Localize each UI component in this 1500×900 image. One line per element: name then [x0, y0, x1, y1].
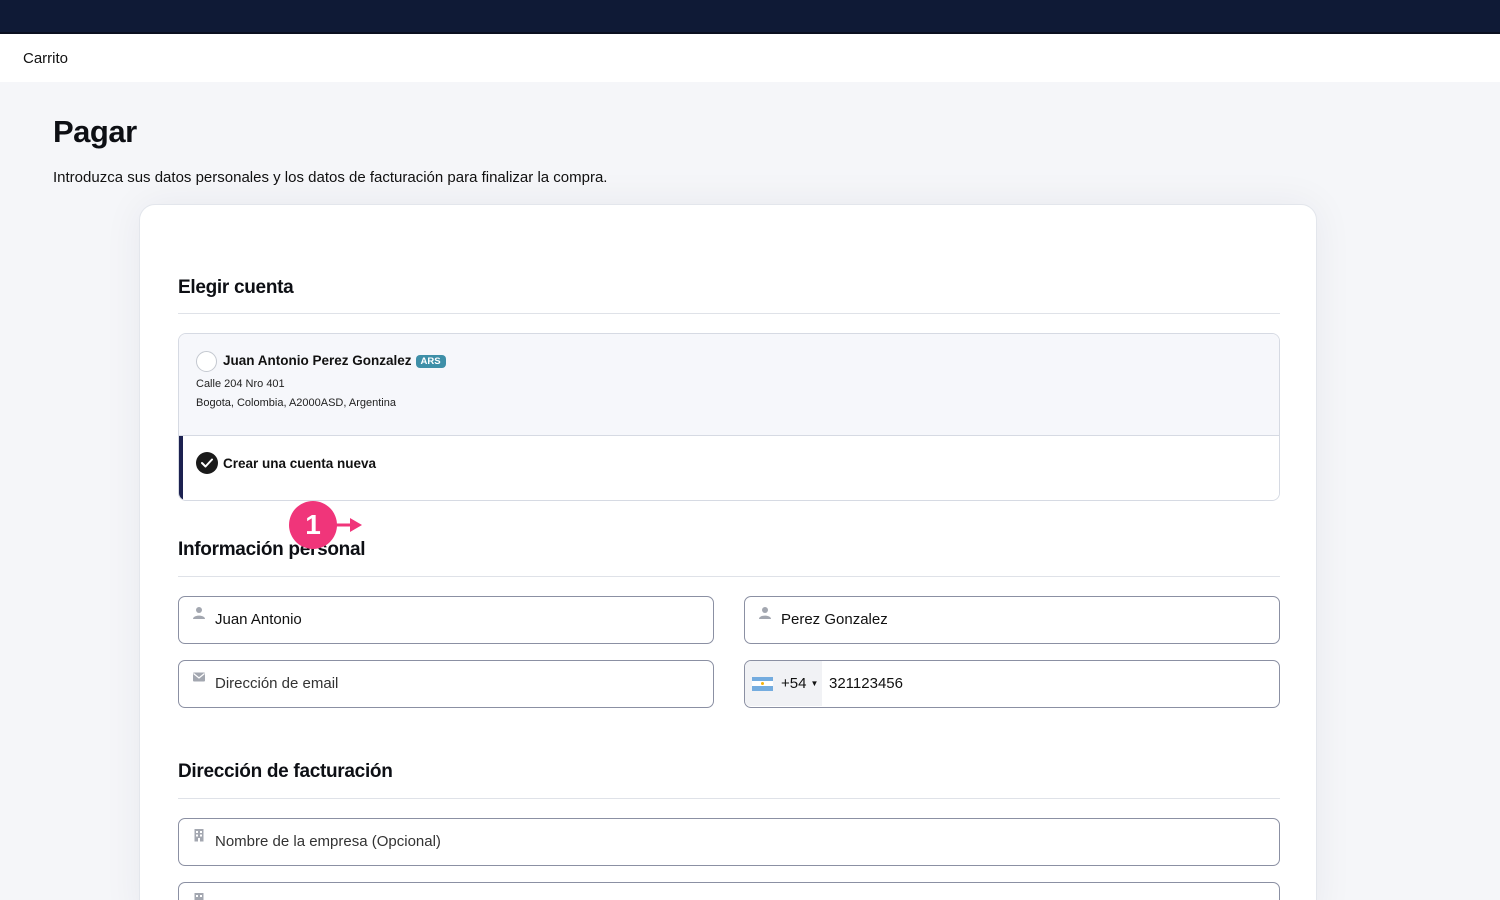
new-account-radio[interactable]: [196, 452, 218, 474]
email-input[interactable]: [215, 661, 701, 706]
last-name-input[interactable]: [781, 597, 1267, 642]
phone-field[interactable]: +54 ▼: [744, 660, 1315, 708]
envelope-icon: [193, 672, 205, 682]
existing-account-option[interactable]: Juan Antonio Perez Gonzalez ARS Calle 204…: [179, 334, 1279, 436]
account-name: Juan Antonio Perez Gonzalez ARS: [223, 353, 446, 368]
email-field[interactable]: [178, 660, 714, 708]
address-field[interactable]: [178, 882, 1280, 900]
billing-divider: [178, 798, 1280, 799]
existing-account-radio[interactable]: [196, 351, 217, 372]
dial-code: +54: [781, 675, 807, 692]
company-input[interactable]: [215, 819, 1267, 864]
account-name-text: Juan Antonio Perez Gonzalez: [223, 353, 412, 368]
choose-account-title: Elegir cuenta: [178, 277, 294, 298]
page-title: Pagar: [53, 114, 137, 149]
personal-info-divider: [178, 576, 1280, 577]
last-name-field[interactable]: [744, 596, 1280, 644]
top-bar: [0, 0, 1500, 34]
personal-info-title: Información personal: [178, 539, 366, 560]
check-icon: [201, 458, 213, 468]
first-name-field[interactable]: [178, 596, 714, 644]
building-icon: [194, 893, 204, 900]
navbar: Carrito: [0, 34, 1500, 82]
first-name-input[interactable]: [215, 597, 701, 642]
phone-input[interactable]: [829, 661, 1315, 706]
account-selector: Juan Antonio Perez Gonzalez ARS Calle 204…: [178, 333, 1280, 501]
choose-account-divider: [178, 313, 1280, 314]
page-subtitle: Introduzca sus datos personales y los da…: [53, 169, 608, 186]
account-address-line1: Calle 204 Nro 401: [196, 378, 285, 390]
new-account-option[interactable]: Crear una cuenta nueva: [179, 436, 1279, 500]
user-icon: [193, 607, 205, 619]
new-account-label: Crear una cuenta nueva: [223, 456, 377, 471]
cart-link[interactable]: Carrito: [23, 50, 68, 67]
billing-title: Dirección de facturación: [178, 761, 393, 782]
user-icon: [759, 607, 771, 619]
currency-badge: ARS: [415, 355, 446, 368]
arrow-right-icon: [334, 518, 362, 532]
account-address-line2: Bogota, Colombia, A2000ASD, Argentina: [196, 397, 396, 409]
building-icon: [194, 829, 204, 842]
checkout-card: Elegir cuenta Juan Antonio Perez Gonzale…: [139, 204, 1317, 900]
step-marker: 1: [289, 501, 337, 549]
country-code-selector[interactable]: +54 ▼: [745, 661, 822, 706]
company-field[interactable]: [178, 818, 1280, 866]
caret-down-icon: ▼: [810, 679, 819, 688]
argentina-flag-icon: [752, 676, 773, 691]
